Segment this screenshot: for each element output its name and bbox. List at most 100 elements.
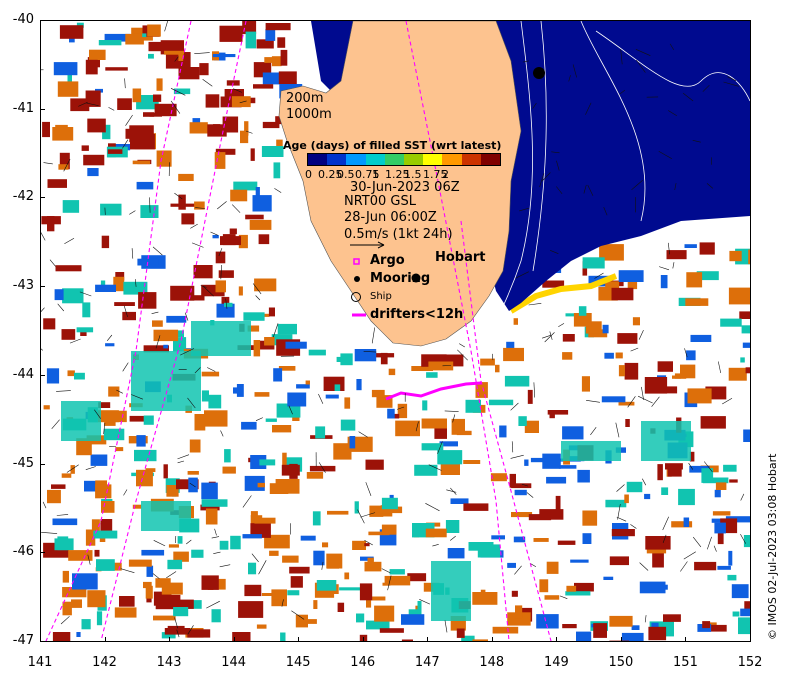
- sst-patch: [205, 508, 218, 525]
- sst-patch: [290, 576, 303, 588]
- sst-patch: [611, 529, 635, 537]
- current-vector: [152, 246, 163, 256]
- sst-patch: [602, 324, 609, 334]
- current-vector: [56, 390, 71, 392]
- sst-patch: [305, 619, 317, 624]
- sst-patch: [140, 205, 159, 218]
- current-vector: [131, 248, 134, 259]
- sst-patch: [238, 601, 264, 618]
- sst-patch: [503, 347, 524, 362]
- current-vector: [528, 303, 542, 306]
- sst-patch: [85, 59, 98, 75]
- lon-tick-label: 148: [479, 655, 505, 670]
- current-vector: [644, 615, 647, 623]
- sst-patch: [690, 334, 712, 342]
- sst-patch: [136, 181, 154, 190]
- lon-tick-mark: [750, 637, 751, 642]
- sst-patch: [305, 380, 310, 385]
- sst-patch: [685, 298, 709, 306]
- lon-tick-mark: [233, 637, 235, 642]
- current-vector: [630, 347, 639, 352]
- sst-patch: [178, 67, 200, 80]
- drifters-label: drifters<12h: [370, 307, 464, 322]
- current-vector: [219, 564, 231, 568]
- sst-patch: [269, 550, 279, 556]
- sst-patch: [232, 632, 251, 641]
- sst-patch: [52, 518, 78, 526]
- sst-patch: [519, 513, 525, 517]
- lat-tick-mark: [40, 286, 45, 288]
- sst-patch: [644, 377, 668, 394]
- sst-patch: [422, 400, 428, 411]
- sst-patch: [323, 376, 345, 391]
- current-vector: [56, 514, 69, 516]
- sst-patch: [149, 112, 162, 117]
- current-vector: [202, 79, 213, 87]
- sst-patch: [233, 387, 238, 394]
- current-vector: [642, 478, 647, 486]
- sst-patch: [231, 96, 251, 108]
- sst-patch: [306, 472, 324, 479]
- sst-patch: [258, 234, 270, 245]
- sst-patch: [59, 25, 84, 39]
- lon-tick-mark: [556, 637, 558, 642]
- lat-tick-mark: [40, 374, 45, 376]
- current-vector: [459, 343, 465, 348]
- current-vector: [740, 493, 745, 501]
- current-vector: [164, 21, 168, 32]
- sst-patch-large: [61, 401, 101, 441]
- sst-patch: [125, 33, 144, 45]
- sst-patch: [511, 483, 532, 489]
- sst-patch: [70, 98, 90, 112]
- sst-patch: [212, 54, 236, 58]
- sst-patch: [661, 487, 669, 495]
- sst-patch: [189, 122, 208, 134]
- sst-patch: [728, 287, 750, 305]
- sst-patch: [562, 352, 573, 360]
- sst-patch: [325, 394, 339, 399]
- current-vector: [616, 484, 625, 492]
- sst-patch: [204, 410, 228, 427]
- current-vector: [190, 223, 198, 229]
- sst-map[interactable]: [41, 21, 750, 641]
- sst-patch: [414, 464, 438, 476]
- current-vector: [544, 332, 555, 343]
- sst-patch: [181, 213, 195, 225]
- sst-patch: [686, 272, 703, 288]
- sst-patch: [678, 488, 695, 506]
- colorbar-title: Age (days) of filled SST (wrt latest): [283, 139, 502, 152]
- sst-patch: [97, 410, 119, 423]
- current-vector: [680, 561, 688, 572]
- sst-patch: [717, 565, 731, 570]
- sst-patch: [55, 265, 82, 272]
- sst-patch: [167, 625, 185, 635]
- current-vector: [510, 454, 524, 459]
- sst-patch: [161, 582, 183, 595]
- sst-patch: [94, 549, 100, 557]
- sst-patch: [546, 561, 559, 574]
- sst-patch: [313, 600, 318, 609]
- sst-patch: [114, 607, 137, 618]
- sst-patch: [95, 284, 116, 292]
- sst-patch: [105, 67, 128, 71]
- sst-patch: [46, 368, 60, 384]
- ship-symbol: [351, 292, 361, 302]
- colorbar-segment: [480, 154, 501, 165]
- lat-tick-label: -46: [12, 544, 34, 560]
- sst-patch: [344, 397, 351, 409]
- current-vector: [616, 516, 627, 522]
- sst-patch: [740, 608, 750, 617]
- sst-patch: [280, 49, 288, 66]
- sst-patch: [289, 566, 310, 574]
- sst-patch: [672, 375, 687, 379]
- sst-patch: [562, 334, 575, 342]
- sst-patch: [273, 162, 281, 179]
- map-frame[interactable]: [40, 20, 751, 642]
- lon-tick-label: 141: [27, 655, 53, 670]
- lat-tick-mark: [40, 463, 45, 465]
- colorbar-segment: [442, 154, 462, 165]
- sst-patch: [100, 203, 122, 216]
- sst-patch: [488, 399, 514, 406]
- current-vector: [85, 466, 96, 470]
- current-vector: [122, 362, 129, 372]
